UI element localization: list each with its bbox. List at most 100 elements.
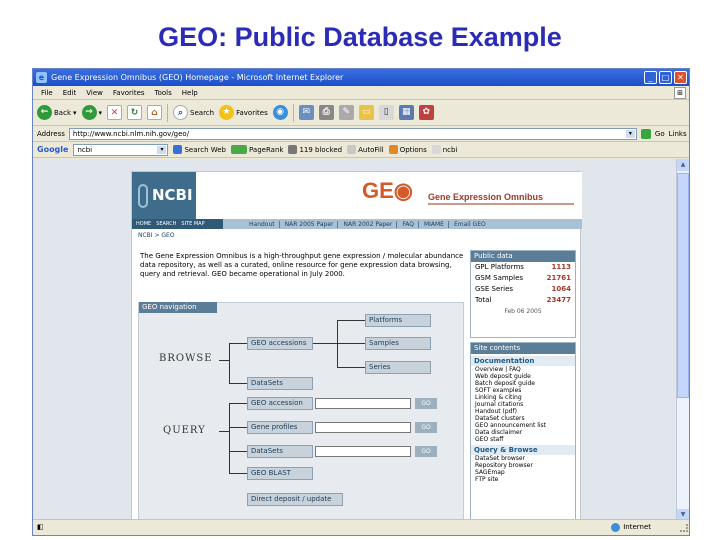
scroll-up-icon[interactable]: ▲ (677, 159, 689, 171)
menu-tools[interactable]: Tools (155, 86, 172, 99)
doc-link[interactable]: Journal citations (471, 401, 575, 408)
window-title: Gene Expression Omnibus (GEO) Homepage -… (51, 73, 344, 82)
refresh-icon[interactable]: ↻ (127, 105, 143, 120)
public-data-row[interactable]: GSM Samples 21761 (471, 273, 575, 284)
link-faq[interactable]: FAQ (402, 220, 419, 228)
favorites-button[interactable]: ★ Favorites (219, 105, 268, 120)
print-icon[interactable]: ⎙ (318, 105, 334, 120)
link-nar2005[interactable]: NAR 2005 Paper (285, 220, 339, 228)
go-button[interactable]: GO (415, 446, 437, 457)
nav-sitemap[interactable]: SITE MAP (181, 219, 204, 229)
google-search-input[interactable]: ncbi ▾ (73, 143, 169, 156)
query-link[interactable]: FTP site (471, 476, 575, 483)
forward-button[interactable]: → ▾ (81, 105, 102, 120)
go-arrow-icon[interactable] (640, 128, 651, 139)
home-icon[interactable]: ⌂ (147, 105, 163, 120)
breadcrumb[interactable]: NCBI > GEO (138, 232, 175, 239)
autofill-icon (347, 145, 357, 154)
chevron-down-icon[interactable]: ▾ (625, 129, 635, 138)
geo-accessions-button[interactable]: GEO accessions (247, 337, 313, 350)
doc-link[interactable]: Overview | FAQ (471, 366, 575, 373)
doc-link[interactable]: Web deposit guide (471, 373, 575, 380)
menu-help[interactable]: Help (182, 86, 198, 99)
google-logo: Google (37, 145, 69, 154)
ncbi-highlight-button[interactable]: ncbi (431, 145, 457, 154)
menu-file[interactable]: File (41, 86, 53, 99)
gene-profiles-button[interactable]: Gene profiles (247, 421, 313, 434)
vertical-scrollbar[interactable]: ▲ ▼ (676, 159, 689, 521)
autofill-button[interactable]: AutoFill (347, 145, 384, 154)
direct-deposit-button[interactable]: Direct deposit / update (247, 493, 343, 506)
maximize-button[interactable]: □ (659, 71, 672, 84)
connector-line (313, 343, 337, 344)
research-icon[interactable]: ▦ (398, 105, 414, 120)
datasets-query-button[interactable]: DataSets (247, 445, 313, 458)
menu-favorites[interactable]: Favorites (113, 86, 145, 99)
stop-icon[interactable]: ✕ (107, 105, 123, 120)
samples-button[interactable]: Samples (365, 337, 431, 350)
search-web-button[interactable]: Search Web (173, 145, 226, 154)
address-input[interactable]: http://www.ncbi.nlm.nih.gov/geo/ ▾ (68, 127, 637, 140)
options-button[interactable]: Options (388, 145, 427, 154)
page-status-icon: ◧ (37, 523, 44, 531)
pagerank-indicator[interactable]: PageRank (231, 145, 283, 154)
nav-home[interactable]: HOME (136, 219, 151, 229)
link-handout[interactable]: Handout (249, 220, 280, 228)
ncbi-nav: HOME SEARCH SITE MAP (132, 219, 223, 229)
link-email[interactable]: Email GEO (454, 221, 490, 228)
go-button[interactable]: Go (655, 130, 665, 138)
menu-edit[interactable]: Edit (63, 86, 77, 99)
doc-link[interactable]: Batch deposit guide (471, 380, 575, 387)
folder-icon[interactable]: ▭ (358, 105, 374, 120)
discuss-icon[interactable]: ▯ (378, 105, 394, 120)
edit-icon[interactable]: ✎ (338, 105, 354, 120)
query-link[interactable]: DataSet browser (471, 455, 575, 462)
search-icon: ⌕ (173, 105, 189, 120)
toolbar-separator (167, 103, 169, 122)
query-link[interactable]: SAGEmap (471, 469, 575, 476)
links-button[interactable]: Links (669, 130, 687, 138)
geo-accession-query-button[interactable]: GEO accession (247, 397, 313, 410)
public-data-row[interactable]: GPL Platforms 1113 (471, 262, 575, 273)
doc-link[interactable]: Handout (pdf) (471, 408, 575, 415)
connector-line (337, 367, 365, 368)
mail-icon[interactable]: ✉ (298, 105, 314, 120)
doc-link[interactable]: Linking & citing (471, 394, 575, 401)
datasets-browse-button[interactable]: DataSets (247, 377, 313, 390)
browser-window: e Gene Expression Omnibus (GEO) Homepage… (32, 68, 690, 536)
geo-accession-field[interactable] (315, 398, 411, 409)
popup-blocker[interactable]: 119 blocked (288, 145, 342, 154)
link-miame[interactable]: MIAME (424, 220, 449, 228)
link-nar2002[interactable]: NAR 2002 Paper (343, 220, 398, 228)
query-link[interactable]: Repository browser (471, 462, 575, 469)
options-icon (388, 145, 398, 154)
ncbi-logo[interactable]: NCBI (132, 172, 196, 219)
minimize-button[interactable]: _ (644, 71, 657, 84)
series-button[interactable]: Series (365, 361, 431, 374)
platforms-button[interactable]: Platforms (365, 314, 431, 327)
go-button[interactable]: GO (415, 422, 437, 433)
chevron-down-icon[interactable]: ▾ (157, 145, 167, 154)
doc-link[interactable]: GEO announcement list (471, 422, 575, 429)
back-button[interactable]: ← Back ▾ (37, 105, 77, 120)
scroll-thumb[interactable] (677, 173, 689, 398)
menu-view[interactable]: View (86, 86, 103, 99)
go-button[interactable]: GO (415, 398, 437, 409)
doc-link[interactable]: GEO staff (471, 436, 575, 443)
public-data-row[interactable]: GSE Series 1064 (471, 284, 575, 295)
media-icon[interactable]: ◉ (272, 105, 288, 120)
doc-link[interactable]: DataSet clusters (471, 415, 575, 422)
doc-link[interactable]: SOFT examples (471, 387, 575, 394)
connector-line (229, 473, 247, 474)
messenger-icon[interactable]: ✿ (418, 105, 434, 120)
gene-profiles-field[interactable] (315, 422, 411, 433)
geo-homepage: NCBI GE◉ Gene Expression Omnibus HOME SE… (131, 171, 582, 521)
resize-grip[interactable] (680, 524, 688, 532)
nav-search[interactable]: SEARCH (156, 219, 176, 229)
datasets-field[interactable] (315, 446, 411, 457)
search-button[interactable]: ⌕ Search (173, 105, 214, 120)
connector-line (219, 431, 229, 432)
geo-blast-button[interactable]: GEO BLAST (247, 467, 313, 480)
close-button[interactable]: ✕ (674, 71, 687, 84)
doc-link[interactable]: Data disclaimer (471, 429, 575, 436)
